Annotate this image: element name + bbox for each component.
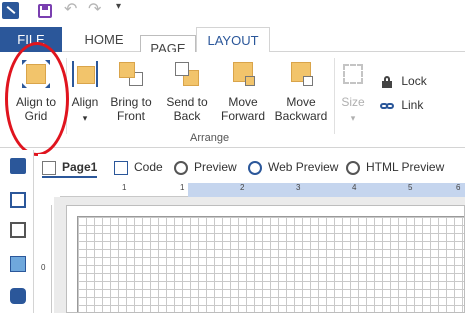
pages-icon[interactable] bbox=[10, 158, 26, 174]
highlight-annotation bbox=[5, 42, 69, 156]
tab-home[interactable]: HOME bbox=[68, 27, 140, 52]
link-button[interactable]: Link bbox=[380, 98, 423, 112]
link-icon bbox=[380, 100, 394, 112]
align-icon bbox=[69, 58, 101, 90]
lock-icon bbox=[380, 75, 394, 88]
size-label: Size bbox=[341, 95, 365, 109]
chevron-down-icon: ▾ bbox=[82, 113, 88, 123]
customize-toolbar-icon[interactable]: ▾ bbox=[116, 1, 121, 12]
ruler-label: 0 bbox=[41, 263, 46, 272]
move-backward-button[interactable]: Move Backward bbox=[272, 58, 330, 123]
components-icon[interactable] bbox=[10, 288, 26, 304]
redo-icon[interactable]: ↷ bbox=[88, 2, 101, 18]
size-button: Size ▾ bbox=[336, 58, 370, 125]
doc-tab-html-preview[interactable]: HTML Preview bbox=[346, 156, 444, 178]
ruler-label: 5 bbox=[408, 183, 413, 192]
lock-label: Lock bbox=[401, 74, 427, 88]
doc-tab-preview[interactable]: Preview bbox=[174, 156, 237, 178]
move-forward-label: Move Forward bbox=[220, 95, 265, 123]
ribbon-separator bbox=[334, 58, 335, 134]
horizontal-ruler: 1 1 2 3 4 5 6 bbox=[60, 183, 465, 197]
report-items-icon[interactable] bbox=[10, 192, 26, 208]
link-label: Link bbox=[401, 98, 424, 112]
page-icon bbox=[42, 160, 56, 175]
move-backward-label: Move Backward bbox=[274, 95, 328, 123]
chevron-down-icon: ▾ bbox=[350, 113, 356, 123]
ruler-label: 6 bbox=[456, 183, 461, 192]
html-preview-icon bbox=[346, 160, 360, 175]
toolbox bbox=[0, 150, 34, 313]
ruler-label: 4 bbox=[352, 183, 357, 192]
data-source-icon[interactable] bbox=[10, 222, 26, 238]
tab-layout[interactable]: LAYOUT bbox=[196, 27, 270, 53]
doc-tab-web-preview[interactable]: Web Preview bbox=[248, 156, 338, 178]
report-page[interactable] bbox=[66, 205, 465, 313]
ruler-label: 3 bbox=[296, 183, 301, 192]
move-forward-button[interactable]: Move Forward bbox=[218, 58, 268, 123]
ruler-label: 2 bbox=[240, 183, 245, 192]
image-icon[interactable] bbox=[10, 256, 26, 272]
save-icon[interactable] bbox=[38, 4, 52, 18]
design-canvas bbox=[54, 197, 465, 313]
quick-access-toolbar: ↶ ↷ ▾ bbox=[0, 0, 465, 24]
align-button[interactable]: Align ▾ bbox=[66, 58, 104, 125]
ribbon-tabs: FILE HOME PAGE LAYOUT bbox=[0, 27, 465, 143]
preview-icon bbox=[174, 160, 188, 175]
bring-to-front-icon bbox=[115, 58, 147, 90]
send-to-back-button[interactable]: Send to Back bbox=[160, 58, 214, 123]
doc-tab-page1[interactable]: Page1 bbox=[42, 156, 98, 178]
size-icon bbox=[337, 58, 369, 90]
bring-to-front-button[interactable]: Bring to Front bbox=[108, 58, 154, 123]
ribbon-panel: Align to Grid Align ▾ Bring to Front Sen… bbox=[0, 52, 465, 148]
ruler-label: 1 bbox=[122, 183, 127, 192]
bring-to-front-label: Bring to Front bbox=[110, 95, 152, 123]
document-tabs: Page1 Code Preview Web Preview HTML Prev… bbox=[38, 154, 465, 180]
lock-button[interactable]: Lock bbox=[380, 74, 427, 88]
send-to-back-icon bbox=[171, 58, 203, 90]
web-preview-icon bbox=[248, 160, 262, 175]
page-grid bbox=[77, 216, 464, 312]
ribbon-group-label: Arrange bbox=[190, 132, 230, 144]
ruler-page-area bbox=[188, 183, 465, 197]
undo-icon[interactable]: ↶ bbox=[64, 2, 77, 18]
code-icon bbox=[114, 160, 128, 175]
align-label: Align bbox=[71, 95, 99, 109]
vertical-ruler: 0 bbox=[38, 205, 52, 313]
send-to-back-label: Send to Back bbox=[166, 95, 208, 123]
move-forward-icon bbox=[227, 58, 259, 90]
doc-tab-code[interactable]: Code bbox=[114, 156, 163, 178]
ruler-label: 1 bbox=[180, 183, 185, 192]
move-backward-icon bbox=[285, 58, 317, 90]
app-logo-icon bbox=[2, 2, 19, 19]
